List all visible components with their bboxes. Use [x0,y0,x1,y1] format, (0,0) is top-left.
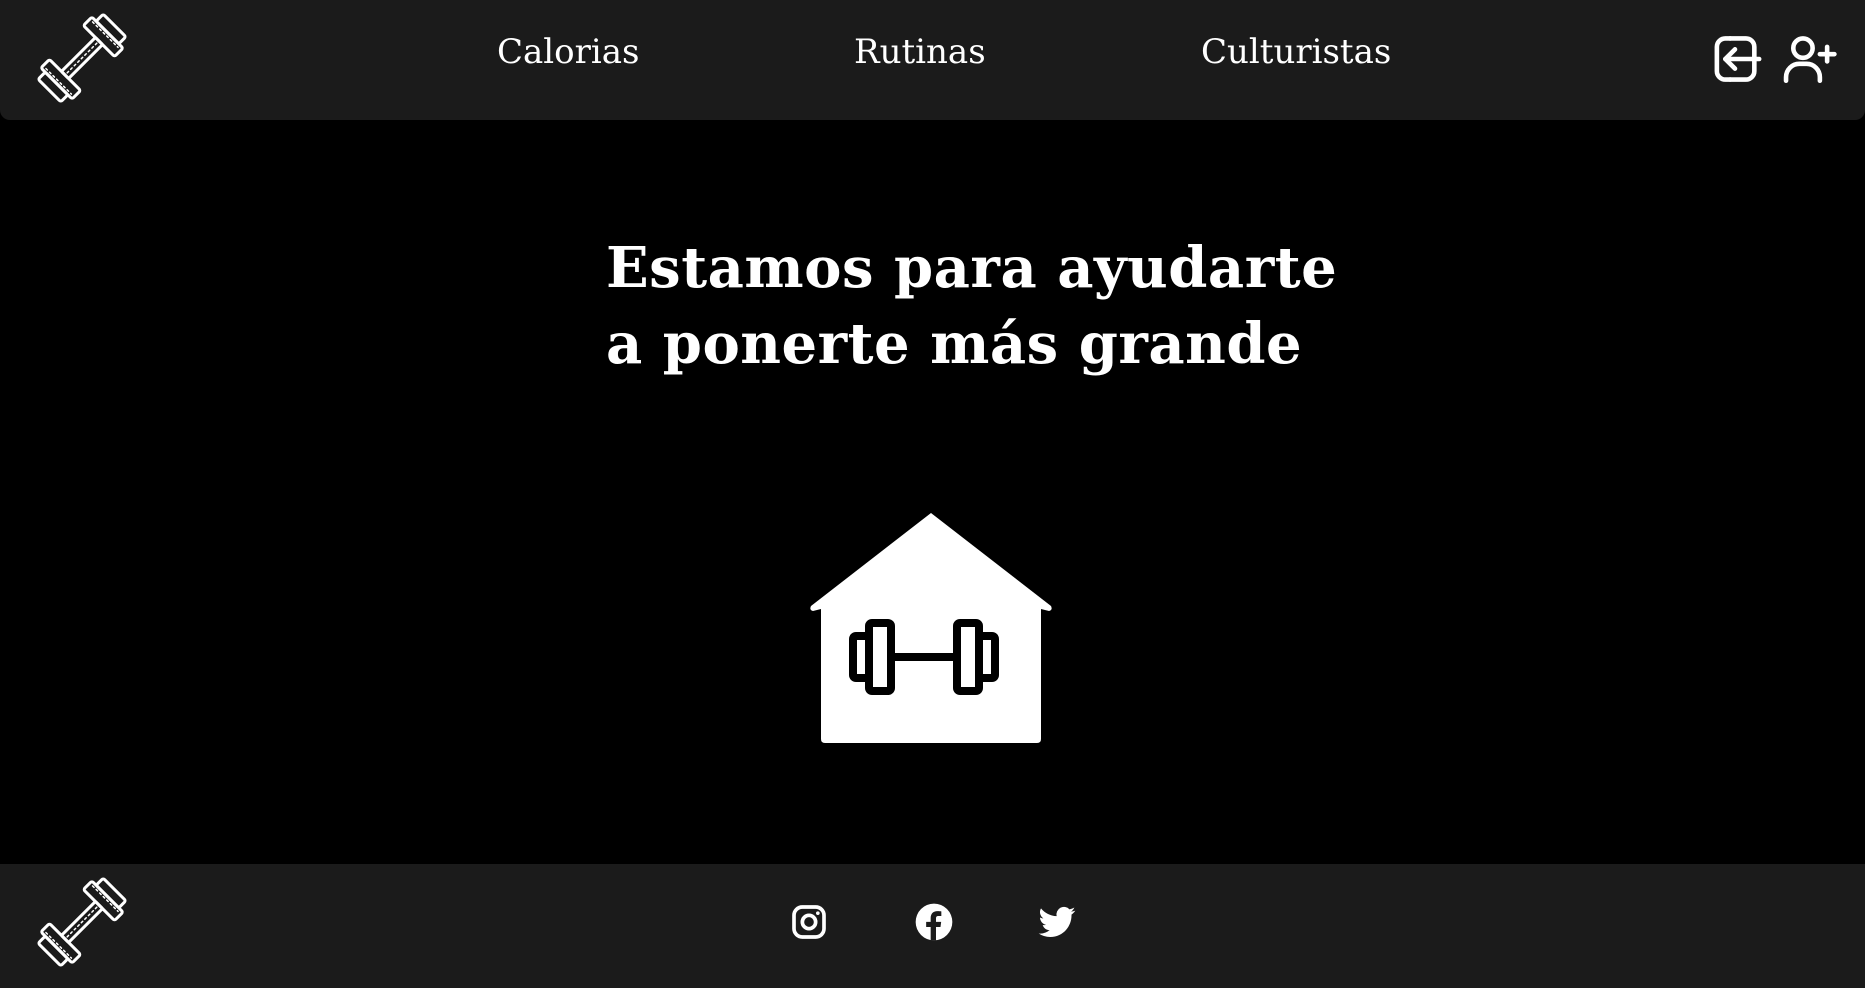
hero-line-2: a ponerte más grande [606,311,1303,377]
register-user-plus-icon[interactable] [1780,30,1838,88]
facebook-icon[interactable] [914,902,954,942]
nav-link-culturistas[interactable]: Culturistas [1201,30,1391,74]
twitter-icon[interactable] [1037,902,1077,942]
footer-dumbbell-logo-icon[interactable] [30,870,134,974]
hero-line-1: Estamos para ayudarte [606,235,1338,301]
hero-heading: Estamos para ayudarte a ponerte más gran… [606,230,1337,382]
page: Calorias Rutinas Culturistas Estamos par… [0,0,1865,988]
nav-link-calorias[interactable]: Calorias [497,30,639,74]
top-navbar: Calorias Rutinas Culturistas [0,0,1865,120]
dumbbell-logo-icon[interactable] [30,6,134,110]
login-icon[interactable] [1706,30,1764,88]
instagram-icon[interactable] [789,902,829,942]
gym-house-icon [808,510,1054,746]
nav-link-rutinas[interactable]: Rutinas [854,30,986,74]
